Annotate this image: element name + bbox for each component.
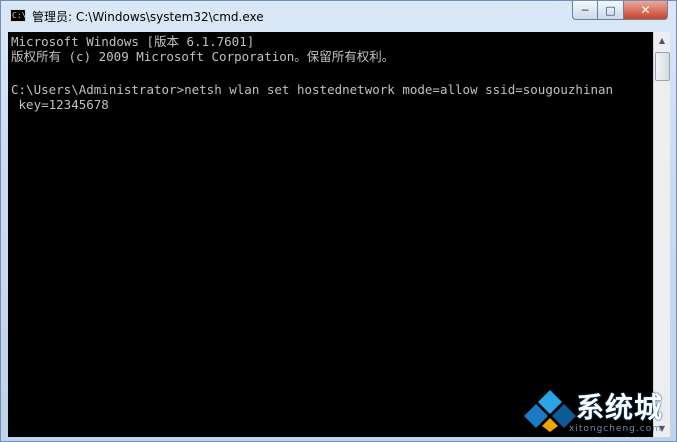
title-bar[interactable]: C:\ 管理员: C:\Windows\system32\cmd.exe ─ □… bbox=[1, 1, 676, 32]
close-icon: ✕ bbox=[640, 3, 651, 17]
cmd-window: C:\ 管理员: C:\Windows\system32\cmd.exe ─ □… bbox=[0, 0, 677, 442]
watermark-url: xitongcheng.com bbox=[569, 424, 662, 434]
minimize-button[interactable]: ─ bbox=[572, 1, 598, 20]
scrollbar-thumb[interactable] bbox=[655, 52, 670, 81]
cmd-icon[interactable]: C:\ bbox=[10, 9, 26, 22]
console-line: Microsoft Windows [版本 6.1.7601] bbox=[11, 34, 255, 49]
console-output[interactable]: Microsoft Windows [版本 6.1.7601] 版权所有 (c)… bbox=[8, 32, 653, 437]
vertical-scrollbar[interactable]: ▲ ▼ bbox=[653, 32, 670, 437]
caption-buttons: ─ □ ✕ bbox=[572, 1, 668, 20]
console-line: 版权所有 (c) 2009 Microsoft Corporation。保留所有… bbox=[11, 49, 395, 64]
close-button[interactable]: ✕ bbox=[624, 1, 668, 20]
window-title: 管理员: C:\Windows\system32\cmd.exe bbox=[32, 10, 264, 24]
arrow-up-icon: ▲ bbox=[658, 36, 666, 45]
maximize-button[interactable]: □ bbox=[598, 1, 624, 20]
minimize-icon: ─ bbox=[581, 3, 589, 17]
maximize-icon: □ bbox=[605, 3, 616, 17]
scroll-up-button[interactable]: ▲ bbox=[654, 32, 670, 49]
watermark: 系统城 xitongcheng.com bbox=[524, 384, 674, 440]
cmd-icon-text: C:\ bbox=[12, 11, 27, 20]
watermark-brand: 系统城 bbox=[576, 391, 664, 424]
console-line: key=12345678 bbox=[11, 97, 109, 112]
console-line: C:\Users\Administrator>netsh wlan set ho… bbox=[11, 82, 614, 97]
